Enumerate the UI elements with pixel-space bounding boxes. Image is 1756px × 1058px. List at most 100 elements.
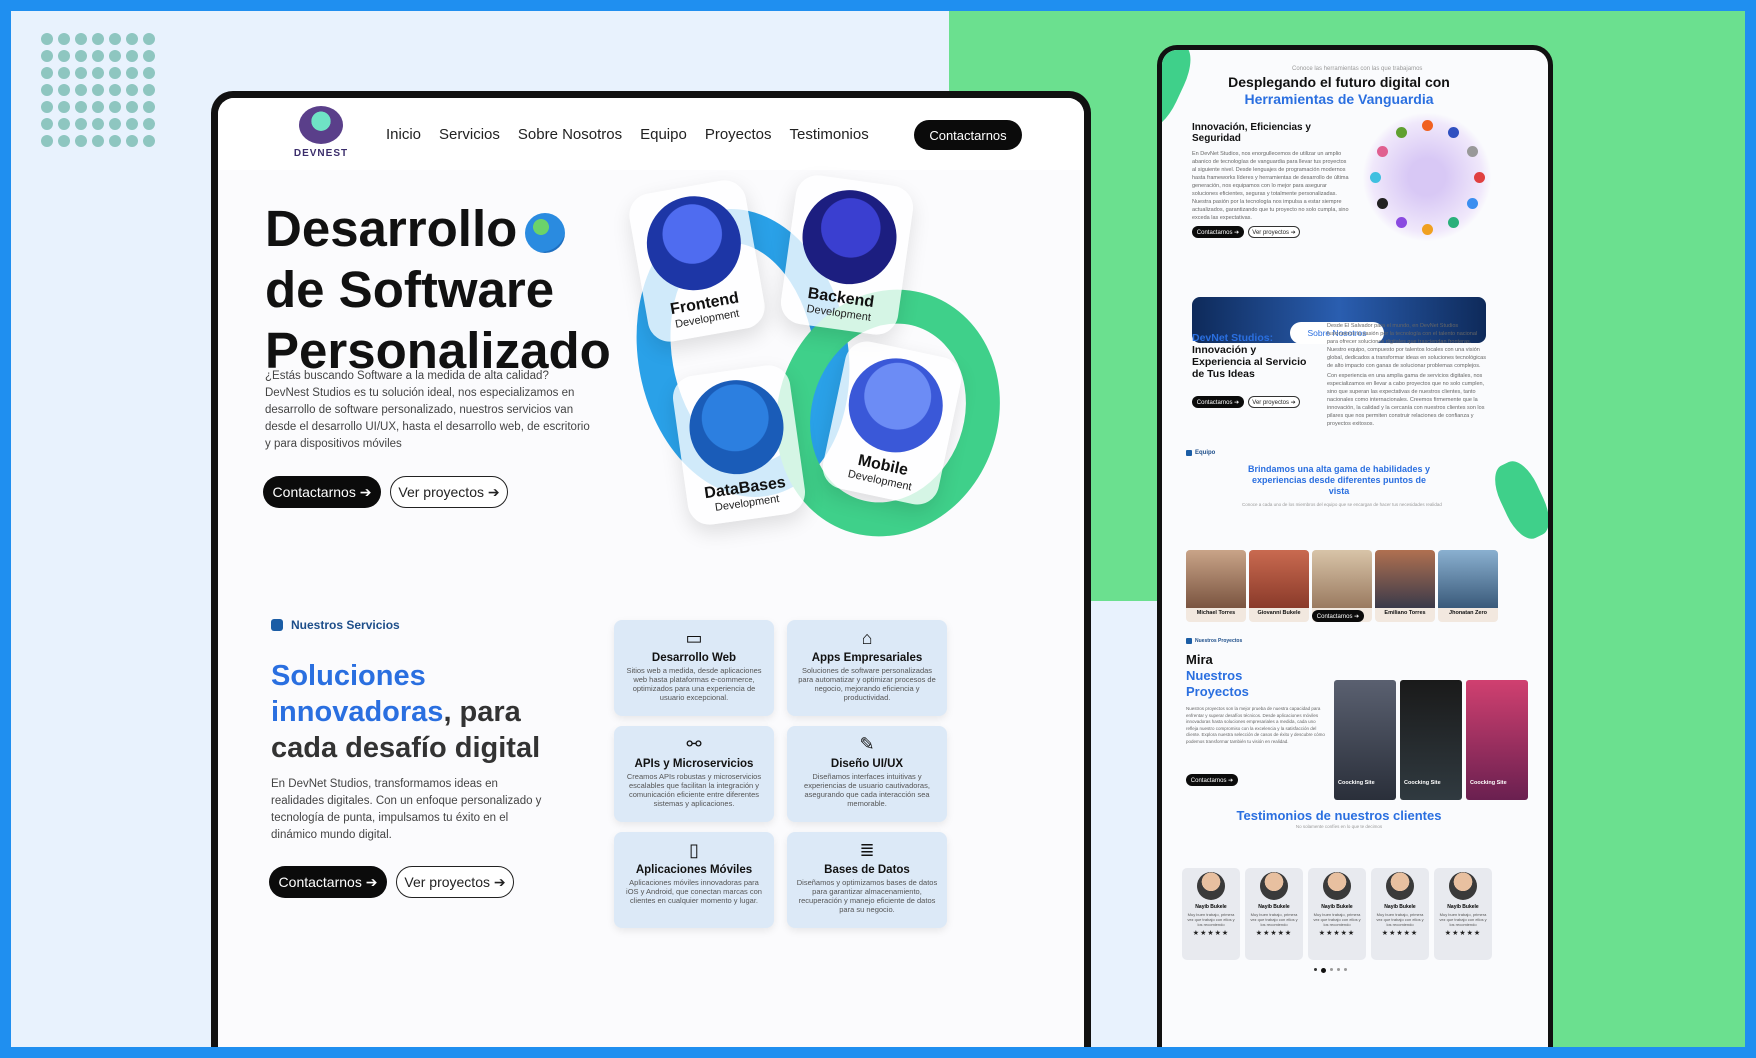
tech-logo-icon (1467, 146, 1479, 157)
team-contact-button[interactable]: Contactarnos ➔ (1312, 610, 1364, 622)
carousel-dot-active[interactable] (1321, 968, 1326, 973)
testimonial-card: Nayib Bukele Muy buen trabajo, primera ve… (1371, 868, 1429, 960)
backend-illustration-icon (796, 184, 903, 291)
star-rating: ★★★★★ (1381, 930, 1419, 937)
navbar: DEVNEST Inicio Servicios Sobre Nosotros … (218, 98, 1084, 170)
tech-logo-icon (1467, 198, 1479, 209)
dot (143, 33, 155, 45)
hero-line-1: Desarrollo (265, 200, 518, 257)
project-name: Coocking Site (1404, 780, 1441, 786)
hero-title: Desarrollo de Software Personalizado (265, 198, 611, 381)
dot (75, 67, 87, 79)
projects-title-2: Nuestros (1186, 668, 1243, 683)
tech-logo-icon (1448, 217, 1459, 229)
service-card-databases[interactable]: ≣ Bases de Datos Diseñamos y optimizamos… (787, 832, 947, 928)
tools-contact-button[interactable]: Contactarnos ➔ (1192, 226, 1244, 238)
dot (58, 84, 70, 96)
about-projects-button[interactable]: Ver proyectos ➔ (1248, 396, 1300, 408)
dot (92, 33, 104, 45)
team-member-card[interactable]: Michael Torres (1186, 550, 1246, 622)
team-member-card[interactable]: Jhonatan Zero (1438, 550, 1498, 622)
nav-equipo[interactable]: Equipo (640, 126, 687, 143)
building-icon: ⌂ (861, 628, 873, 648)
nav-contact-button[interactable]: Contactarnos (914, 120, 1022, 150)
project-thumbnail[interactable]: Coocking Site (1400, 680, 1462, 800)
dot (143, 135, 155, 147)
about-contact-button[interactable]: Contactarnos ➔ (1192, 396, 1244, 408)
service-card-uiux[interactable]: ✎ Diseño UI/UX Diseñamos interfaces intu… (787, 726, 947, 822)
nest-logo-icon (299, 106, 343, 144)
team-tiny-text: Conoce a cada uno de los miembros del eq… (1242, 502, 1442, 507)
member-photo (1375, 550, 1435, 608)
tools-tiny-text: Conoce las herramientas con las que trab… (1292, 66, 1423, 72)
service-card-mobile[interactable]: ▯ Aplicaciones Móviles Aplicaciones móvi… (614, 832, 774, 928)
nav-testimonios[interactable]: Testimonios (790, 126, 869, 143)
team-member-card[interactable]: Giovanni Bukele (1249, 550, 1309, 622)
carousel-dots[interactable] (1314, 968, 1347, 973)
nav-sobre-nosotros[interactable]: Sobre Nosotros (518, 126, 622, 143)
star-rating: ★★★★★ (1444, 930, 1482, 937)
hero-contact-button[interactable]: Contactarnos ➔ (263, 476, 381, 508)
dot (126, 135, 138, 147)
services-projects-button[interactable]: Ver proyectos ➔ (396, 866, 514, 898)
badge-square-icon (1186, 638, 1192, 644)
services-title-blue-2: innovadoras (271, 696, 444, 728)
database-icon: ≣ (859, 840, 875, 860)
dot (75, 135, 87, 147)
logo[interactable]: DEVNEST (290, 106, 352, 164)
tools-projects-button[interactable]: Ver proyectos ➔ (1248, 226, 1300, 238)
tech-logo-icon (1376, 198, 1388, 209)
team-badge: Equipo (1186, 450, 1215, 456)
team-badge-label: Equipo (1195, 450, 1216, 456)
member-photo (1186, 550, 1246, 608)
dot (58, 101, 70, 113)
projects-title-3: Proyectos (1186, 684, 1249, 699)
dot (126, 84, 138, 96)
testimonials-title: Testimonios de nuestros clientes (1236, 808, 1442, 823)
tech-logo-icon (1422, 120, 1433, 131)
project-thumbnail[interactable]: Coocking Site (1466, 680, 1528, 800)
projects-contact-button[interactable]: Contactarnos ➔ (1186, 774, 1238, 786)
database-illustration-icon (683, 374, 790, 481)
tools-subtitle: Innovación, Eficiencias y Seguridad (1192, 122, 1311, 144)
member-name: Jhonatan Zero (1449, 610, 1487, 616)
star-rating: ★★★★★ (1318, 930, 1356, 937)
dot (58, 118, 70, 130)
dot (143, 84, 155, 96)
service-card-apis[interactable]: ⚯ APIs y Microservicios Creamos APIs rob… (614, 726, 774, 822)
project-name: Coocking Site (1338, 780, 1375, 786)
pen-icon: ✎ (859, 734, 875, 754)
nav-servicios[interactable]: Servicios (439, 126, 500, 143)
globe-icon (525, 212, 566, 253)
testimonial-quote: Muy buen trabajo, primera vez que trabaj… (1250, 912, 1298, 927)
avatar (1323, 872, 1351, 900)
carousel-dot[interactable] (1337, 968, 1340, 971)
project-thumbnail[interactable]: Coocking Site (1334, 680, 1396, 800)
nav-proyectos[interactable]: Proyectos (705, 126, 772, 143)
service-card-enterprise[interactable]: ⌂ Apps Empresariales Soluciones de softw… (787, 620, 947, 716)
hero-projects-button[interactable]: Ver proyectos ➔ (390, 476, 508, 508)
testimonial-quote: Muy buen trabajo, primera vez que trabaj… (1313, 912, 1361, 927)
services-title-rest-2: cada desafío digital (271, 732, 541, 764)
member-name: Michael Torres (1196, 610, 1236, 616)
service-desc: Diseñamos y optimizamos bases de datos p… (796, 878, 938, 914)
carousel-dot[interactable] (1330, 968, 1333, 971)
mobile-illustration-icon (839, 349, 952, 462)
avatar (1197, 872, 1225, 900)
team-title: Brindamos una alta gama de habilidades y… (1247, 464, 1431, 496)
member-name: Giovanni Bukele (1257, 610, 1301, 616)
mockup-frame: DEVNEST Inicio Servicios Sobre Nosotros … (11, 11, 1745, 1047)
testimonial-card: Nayib Bukele Muy buen trabajo, primera ve… (1308, 868, 1366, 960)
about-title-blue: DevNet Studios: (1192, 332, 1274, 344)
team-member-card[interactable]: Emiliano Torres (1375, 550, 1435, 622)
services-title-rest-1: , para (443, 696, 521, 728)
carousel-dot[interactable] (1314, 968, 1317, 971)
tools-title-2: Herramientas de Vanguardia (1244, 91, 1434, 107)
service-card-web[interactable]: ▭ Desarrollo Web Sitios web a medida, de… (614, 620, 774, 716)
nav-inicio[interactable]: Inicio (386, 126, 421, 143)
avatar (1386, 872, 1414, 900)
testimonial-card: Nayib Bukele Muy buen trabajo, primera ve… (1182, 868, 1240, 960)
carousel-dot[interactable] (1344, 968, 1347, 971)
services-contact-button[interactable]: Contactarnos ➔ (269, 866, 387, 898)
nav-menu: Inicio Servicios Sobre Nosotros Equipo P… (386, 126, 887, 143)
